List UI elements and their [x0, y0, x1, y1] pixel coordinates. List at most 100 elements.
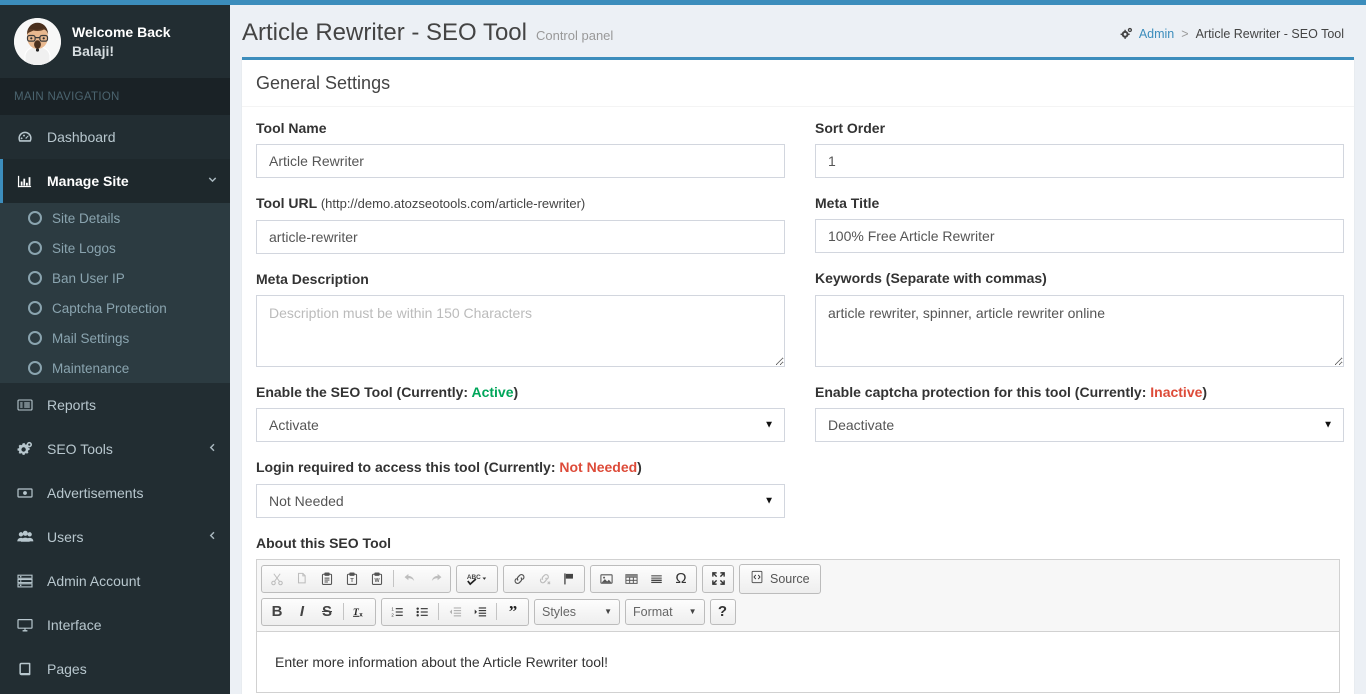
svg-text:2: 2 [391, 613, 394, 618]
page-title: Article Rewriter - SEO Tool [242, 19, 527, 46]
editor-content-area[interactable]: Enter more information about the Article… [257, 631, 1339, 692]
numbered-list-icon[interactable]: 12 [385, 601, 409, 623]
editor-toolbar: T W ABC Ω Source B I S T x 1 2 ” Styles … [257, 559, 1339, 632]
unlink-icon[interactable] [532, 568, 556, 590]
box-body: Tool Name Tool URL (http://demo.atozseot… [242, 107, 1354, 694]
keywords-label: Keywords (Separate with commas) [815, 270, 1047, 287]
field-tool-name: Tool Name [256, 119, 785, 179]
bulleted-list-icon[interactable] [410, 601, 434, 623]
sort-order-input[interactable] [815, 144, 1344, 179]
horizontal-rule-icon[interactable] [644, 568, 668, 590]
format-combo[interactable]: Format ▼ [625, 598, 705, 625]
chevron-down-icon [207, 174, 218, 188]
spellcheck-icon[interactable]: ABC [460, 568, 494, 590]
users-icon [17, 529, 37, 545]
sidebar-subitem-ban-user-ip[interactable]: Ban User IP [0, 263, 230, 293]
form-col-right-1: Sort Order Meta Title Keywords (Separate… [815, 119, 1344, 534]
login-required-select[interactable]: Not Needed Needed [256, 483, 785, 518]
source-label: Source [770, 571, 810, 586]
sidebar-nav: Dashboard Manage Site Site Details Site … [0, 115, 230, 691]
styles-combo[interactable]: Styles ▼ [534, 598, 620, 625]
strikethrough-icon[interactable]: S [315, 601, 339, 623]
enable-tool-label-prefix: Enable the SEO Tool (Currently: [256, 384, 472, 401]
sidebar-item-users[interactable]: Users [0, 515, 230, 559]
strike-label: S [321, 603, 332, 621]
sidebar-item-label: Users [47, 529, 84, 545]
money-icon [17, 485, 37, 501]
field-meta-title: Meta Title [815, 194, 1344, 254]
keywords-textarea[interactable]: article rewriter, spinner, article rewri… [815, 294, 1344, 367]
field-meta-description: Meta Description [256, 270, 785, 368]
sidebar-item-label: Advertisements [47, 485, 144, 501]
sidebar-subitem-maintenance[interactable]: Maintenance [0, 353, 230, 383]
svg-text:x: x [359, 612, 363, 619]
sidebar-item-dashboard[interactable]: Dashboard [0, 115, 230, 159]
enable-captcha-select[interactable]: Deactivate Activate [815, 407, 1344, 442]
meta-title-input[interactable] [815, 219, 1344, 254]
editor-group-paragraph: 12 ” [381, 597, 529, 626]
content-header: Article Rewriter - SEO Tool Control pane… [230, 5, 1366, 57]
special-char-icon[interactable]: Ω [669, 568, 693, 590]
sidebar-item-seo-tools[interactable]: SEO Tools [0, 427, 230, 471]
chevron-left-icon [207, 530, 218, 544]
sidebar-subitem-label: Mail Settings [52, 330, 130, 346]
indent-icon[interactable] [468, 601, 492, 623]
status-badge-tool: Active [471, 384, 514, 401]
sidebar-item-advertisements[interactable]: Advertisements [0, 471, 230, 515]
sidebar-subitem-mail-settings[interactable]: Mail Settings [0, 323, 230, 353]
sidebar-item-pages[interactable]: Pages [0, 647, 230, 691]
gears-icon [1120, 27, 1133, 40]
table-icon[interactable] [619, 568, 643, 590]
sidebar-subitem-label: Site Logos [52, 240, 116, 256]
sort-order-label: Sort Order [815, 120, 886, 136]
image-icon[interactable] [594, 568, 618, 590]
paste-text-icon[interactable]: T [340, 568, 364, 590]
circle-o-icon [28, 301, 42, 315]
sidebar-item-admin-account[interactable]: Admin Account [0, 559, 230, 603]
admin-page: Welcome Back Balaji! MAIN NAVIGATION Das… [0, 0, 1366, 694]
enable-tool-select[interactable]: Activate Deactivate [256, 408, 785, 443]
breadcrumb-admin-link[interactable]: Admin [1139, 27, 1174, 41]
undo-icon[interactable] [398, 568, 422, 590]
sidebar-subitem-captcha-protection[interactable]: Captcha Protection [0, 293, 230, 323]
meta-title-label: Meta Title [815, 195, 880, 212]
remove-format-icon[interactable]: Tx [348, 601, 372, 623]
user-panel[interactable]: Welcome Back Balaji! [0, 5, 230, 79]
outdent-icon[interactable] [443, 601, 467, 623]
sidebar-item-label: Manage Site [47, 173, 129, 189]
sidebar-item-reports[interactable]: Reports [0, 383, 230, 427]
status-badge-captcha: Inactive [1150, 383, 1203, 400]
toolbar-divider [343, 603, 344, 621]
link-icon[interactable] [507, 568, 531, 590]
blockquote-icon[interactable]: ” [501, 601, 525, 623]
sidebar-item-interface[interactable]: Interface [0, 603, 230, 647]
sidebar-subitem-site-details[interactable]: Site Details [0, 203, 230, 233]
italic-icon[interactable]: I [290, 601, 314, 623]
tool-url-label-text: Tool URL [256, 195, 317, 212]
about-label: About this SEO Tool [256, 534, 392, 551]
login-required-label: Login required to access this tool (Curr… [256, 458, 785, 476]
enable-tool-label-suffix: ) [513, 384, 519, 401]
tool-name-input[interactable] [256, 144, 785, 179]
help-about-button[interactable]: ? [709, 598, 736, 625]
enable-captcha-label-suffix: ) [1202, 383, 1208, 400]
cut-icon[interactable] [265, 568, 289, 590]
sidebar-item-label: Reports [47, 397, 97, 413]
bold-icon[interactable]: B [265, 601, 289, 623]
enable-tool-label: Enable the SEO Tool (Currently: Active) [256, 383, 785, 401]
redo-icon[interactable] [423, 568, 447, 590]
meta-description-textarea[interactable] [256, 295, 785, 368]
source-button[interactable]: Source [743, 567, 817, 591]
sidebar-subitem-site-logos[interactable]: Site Logos [0, 233, 230, 263]
user-name: Balaji! [72, 42, 115, 59]
editor-group-links [503, 564, 585, 593]
maximize-icon[interactable] [706, 568, 730, 590]
login-required-label-prefix: Login required to access this tool (Curr… [256, 459, 560, 476]
sidebar-item-manage-site[interactable]: Manage Site [0, 159, 230, 203]
copy-icon[interactable] [290, 568, 314, 590]
paste-word-icon[interactable]: W [365, 568, 389, 590]
tool-url-input[interactable] [256, 220, 785, 255]
anchor-icon[interactable] [557, 568, 581, 590]
book-icon [17, 661, 37, 677]
paste-icon[interactable] [315, 568, 339, 590]
